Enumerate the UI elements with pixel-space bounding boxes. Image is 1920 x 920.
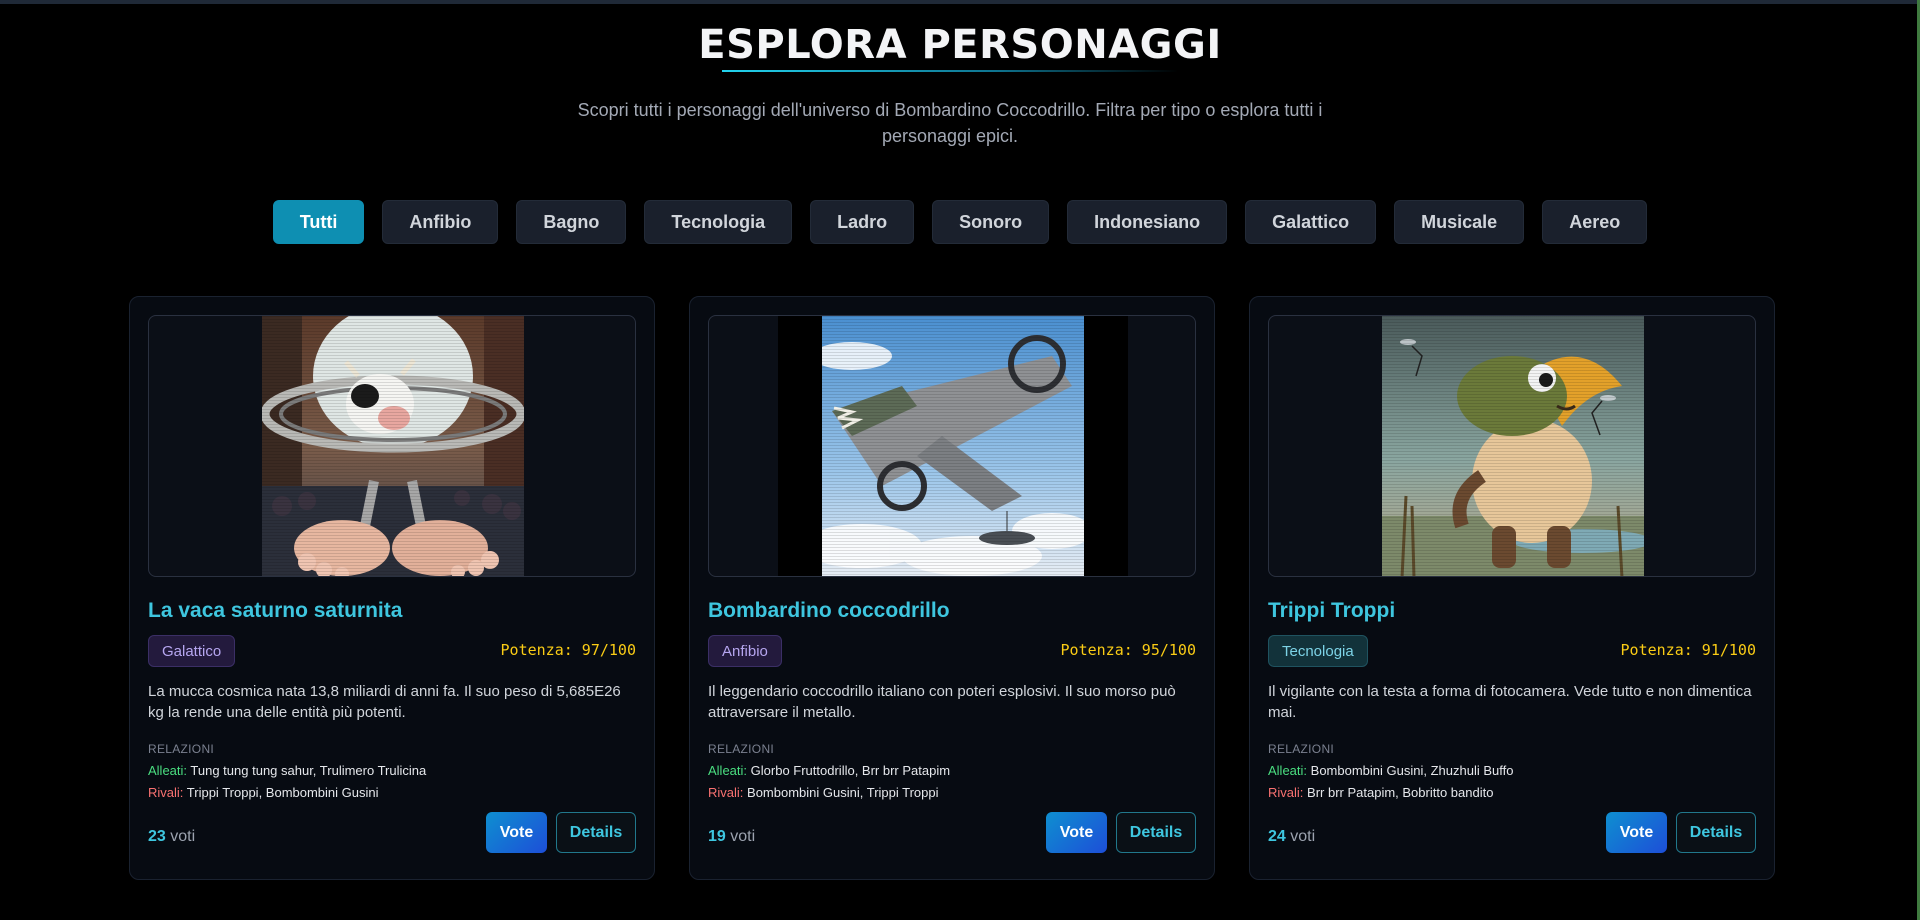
filter-ladro[interactable]: Ladro xyxy=(810,200,915,244)
character-card: Trippi Troppi Tecnologia Potenza: 91/100… xyxy=(1249,296,1775,880)
allies-list: Glorbo Fruttodrillo, Brr brr Patapim xyxy=(750,763,951,778)
page-subtitle: Scopri tutti i personaggi dell'universo … xyxy=(577,100,1323,146)
character-name[interactable]: Bombardino coccodrillo xyxy=(708,599,950,623)
vote-count-number: 19 xyxy=(708,828,726,845)
vote-count-number: 23 xyxy=(148,828,166,845)
details-button[interactable]: Details xyxy=(1116,812,1196,853)
rivals-list: Bombombini Gusini, Trippi Troppi xyxy=(747,785,939,800)
character-description: La mucca cosmica nata 13,8 miliardi di a… xyxy=(148,683,621,721)
rivals-label: Rivali: xyxy=(708,785,744,800)
allies-label: Alleati: xyxy=(148,763,188,778)
filter-bagno[interactable]: Bagno xyxy=(516,200,627,244)
vote-count-number: 24 xyxy=(1268,828,1286,845)
allies-label: Alleati: xyxy=(708,763,748,778)
character-description: Il vigilante con la testa a forma di fot… xyxy=(1268,683,1752,721)
page: ESPLORA PERSONAGGI Scopri tutti i person… xyxy=(0,0,1920,920)
allies-line: Alleati: Tung tung tung sahur, Trulimero… xyxy=(148,763,426,778)
relations-label: RELAZIONI xyxy=(148,742,215,756)
details-button[interactable]: Details xyxy=(556,812,636,853)
page-title: ESPLORA PERSONAGGI xyxy=(698,22,1222,68)
character-image-frame xyxy=(148,315,636,577)
top-border xyxy=(0,0,1920,4)
allies-line: Alleati: Bombombini Gusini, Zhuzhuli Buf… xyxy=(1268,763,1513,778)
character-name[interactable]: La vaca saturno saturnita xyxy=(148,599,402,623)
allies-list: Tung tung tung sahur, Trulimero Trulicin… xyxy=(190,763,427,778)
filter-musicale[interactable]: Musicale xyxy=(1394,200,1525,244)
relations-label: RELAZIONI xyxy=(1268,742,1335,756)
power-rating: Potenza: 91/100 xyxy=(1620,641,1756,659)
rivals-label: Rivali: xyxy=(148,785,184,800)
allies-list: Bombombini Gusini, Zhuzhuli Buffo xyxy=(1310,763,1514,778)
character-card: Bombardino coccodrillo Anfibio Potenza: … xyxy=(689,296,1215,880)
vote-count-suffix: voti xyxy=(1290,828,1316,845)
rivals-line: Rivali: Bombombini Gusini, Trippi Troppi xyxy=(708,785,939,800)
rivals-list: Trippi Troppi, Bombombini Gusini xyxy=(186,785,379,800)
relations-label: RELAZIONI xyxy=(708,742,775,756)
character-card: La vaca saturno saturnita Galattico Pote… xyxy=(129,296,655,880)
filter-aereo[interactable]: Aereo xyxy=(1542,200,1648,244)
allies-label: Alleati: xyxy=(1268,763,1308,778)
vote-count: 23 voti xyxy=(148,828,195,846)
power-rating: Potenza: 95/100 xyxy=(1060,641,1196,659)
character-description: Il leggendario coccodrillo italiano con … xyxy=(708,683,1176,721)
power-rating: Potenza: 97/100 xyxy=(500,641,636,659)
character-image xyxy=(260,316,526,576)
filter-anfibio[interactable]: Anfibio xyxy=(382,200,499,244)
character-image-frame xyxy=(708,315,1196,577)
vote-count: 24 voti xyxy=(1268,828,1315,846)
vote-button[interactable]: Vote xyxy=(486,812,547,853)
character-image-frame xyxy=(1268,315,1756,577)
vote-count-suffix: voti xyxy=(170,828,196,845)
type-badge: Anfibio xyxy=(708,635,782,667)
vote-button[interactable]: Vote xyxy=(1046,812,1107,853)
details-button[interactable]: Details xyxy=(1676,812,1756,853)
rivals-list: Brr brr Patapim, Bobritto bandito xyxy=(1307,785,1494,800)
filter-galattico[interactable]: Galattico xyxy=(1245,200,1377,244)
rivals-line: Rivali: Brr brr Patapim, Bobritto bandit… xyxy=(1268,785,1493,800)
filter-tecnologia[interactable]: Tecnologia xyxy=(644,200,793,244)
filter-sonoro[interactable]: Sonoro xyxy=(932,200,1050,244)
character-image xyxy=(802,316,1092,576)
vote-button[interactable]: Vote xyxy=(1606,812,1667,853)
type-badge: Galattico xyxy=(148,635,236,667)
character-name[interactable]: Trippi Troppi xyxy=(1268,599,1395,623)
title-underline xyxy=(722,70,1178,72)
type-badge: Tecnologia xyxy=(1268,635,1368,667)
vote-count: 19 voti xyxy=(708,828,755,846)
rivals-line: Rivali: Trippi Troppi, Bombombini Gusini xyxy=(148,785,379,800)
rivals-label: Rivali: xyxy=(1268,785,1304,800)
character-image xyxy=(1382,316,1652,576)
filter-indonesiano[interactable]: Indonesiano xyxy=(1067,200,1228,244)
filter-tutti[interactable]: Tutti xyxy=(272,200,365,244)
vote-count-suffix: voti xyxy=(730,828,756,845)
allies-line: Alleati: Glorbo Fruttodrillo, Brr brr Pa… xyxy=(708,763,950,778)
filter-bar: Tutti Anfibio Bagno Tecnologia Ladro Son… xyxy=(0,200,1920,244)
